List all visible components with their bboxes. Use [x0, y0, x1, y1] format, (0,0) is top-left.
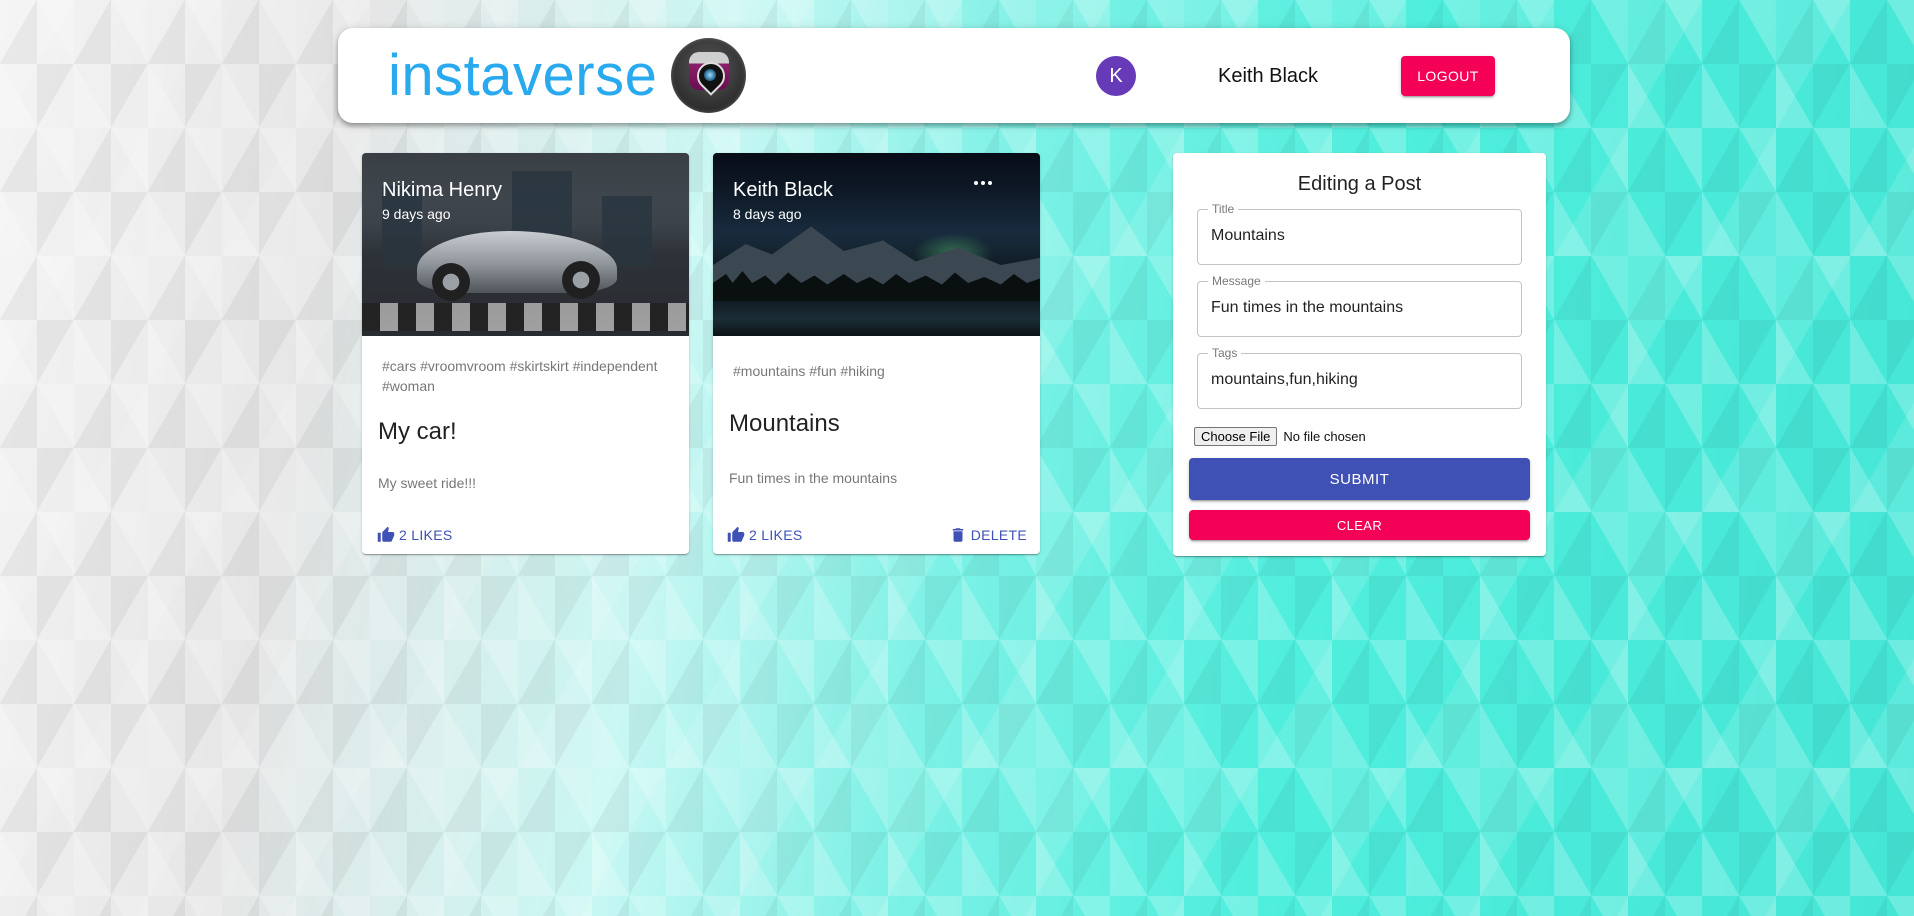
like-count-label: 2 LIKES — [749, 527, 803, 543]
trash-icon — [952, 528, 963, 542]
post-tags: #mountains #fun #hiking — [733, 363, 885, 379]
file-picker: Choose File No file chosen — [1194, 427, 1366, 446]
app-bar: instaverse K Keith Black LOGOUT — [338, 28, 1570, 123]
avatar[interactable]: K — [1096, 56, 1136, 96]
post-time: 9 days ago — [382, 206, 451, 222]
delete-label: DELETE — [970, 527, 1027, 543]
tags-input[interactable] — [1211, 371, 1511, 389]
thumb-up-icon — [727, 526, 745, 542]
message-field: Message — [1197, 274, 1522, 337]
logout-button[interactable]: LOGOUT — [1401, 56, 1495, 96]
title-field: Title — [1197, 202, 1522, 265]
submit-button[interactable]: SUBMIT — [1189, 458, 1530, 500]
form-heading: Editing a Post — [1297, 173, 1422, 195]
camera-pin-logo-icon — [671, 38, 746, 113]
brand-title[interactable]: instaverse — [388, 38, 657, 113]
thumb-up-icon — [377, 526, 395, 542]
message-input[interactable] — [1211, 299, 1511, 317]
tags-field-label: Tags — [1208, 346, 1242, 360]
post-author: Nikima Henry — [382, 179, 503, 201]
like-count-label: 2 LIKES — [399, 527, 453, 543]
post-title: Mountains — [729, 410, 840, 437]
title-input[interactable] — [1211, 227, 1511, 245]
post-message: My sweet ride!!! — [378, 475, 477, 491]
user-name: Keith Black — [1218, 65, 1319, 87]
post-form: Editing a Post Title Message Tags Choose… — [1173, 153, 1546, 556]
title-field-label: Title — [1208, 202, 1239, 216]
file-status: No file chosen — [1283, 429, 1366, 444]
like-button[interactable]: 2 LIKES — [727, 523, 802, 547]
choose-file-button[interactable]: Choose File — [1194, 427, 1278, 446]
clear-button[interactable]: CLEAR — [1189, 510, 1530, 540]
post-tags: #cars #vroomvroom #skirtskirt #independe… — [382, 358, 658, 394]
post-title: My car! — [378, 418, 457, 445]
post-time: 8 days ago — [733, 206, 802, 222]
post-card: Keith Black 8 days ago #mountains #fun #… — [713, 153, 1040, 554]
post-author: Keith Black — [733, 179, 834, 201]
post-card: Nikima Henry 9 days ago #cars #vroomvroo… — [362, 153, 689, 554]
more-horiz-icon[interactable] — [972, 171, 996, 195]
message-field-label: Message — [1208, 274, 1265, 288]
tags-field: Tags — [1197, 346, 1522, 409]
like-button[interactable]: 2 LIKES — [377, 523, 452, 547]
post-message: Fun times in the mountains — [729, 470, 898, 486]
delete-button[interactable]: DELETE — [949, 523, 1027, 547]
